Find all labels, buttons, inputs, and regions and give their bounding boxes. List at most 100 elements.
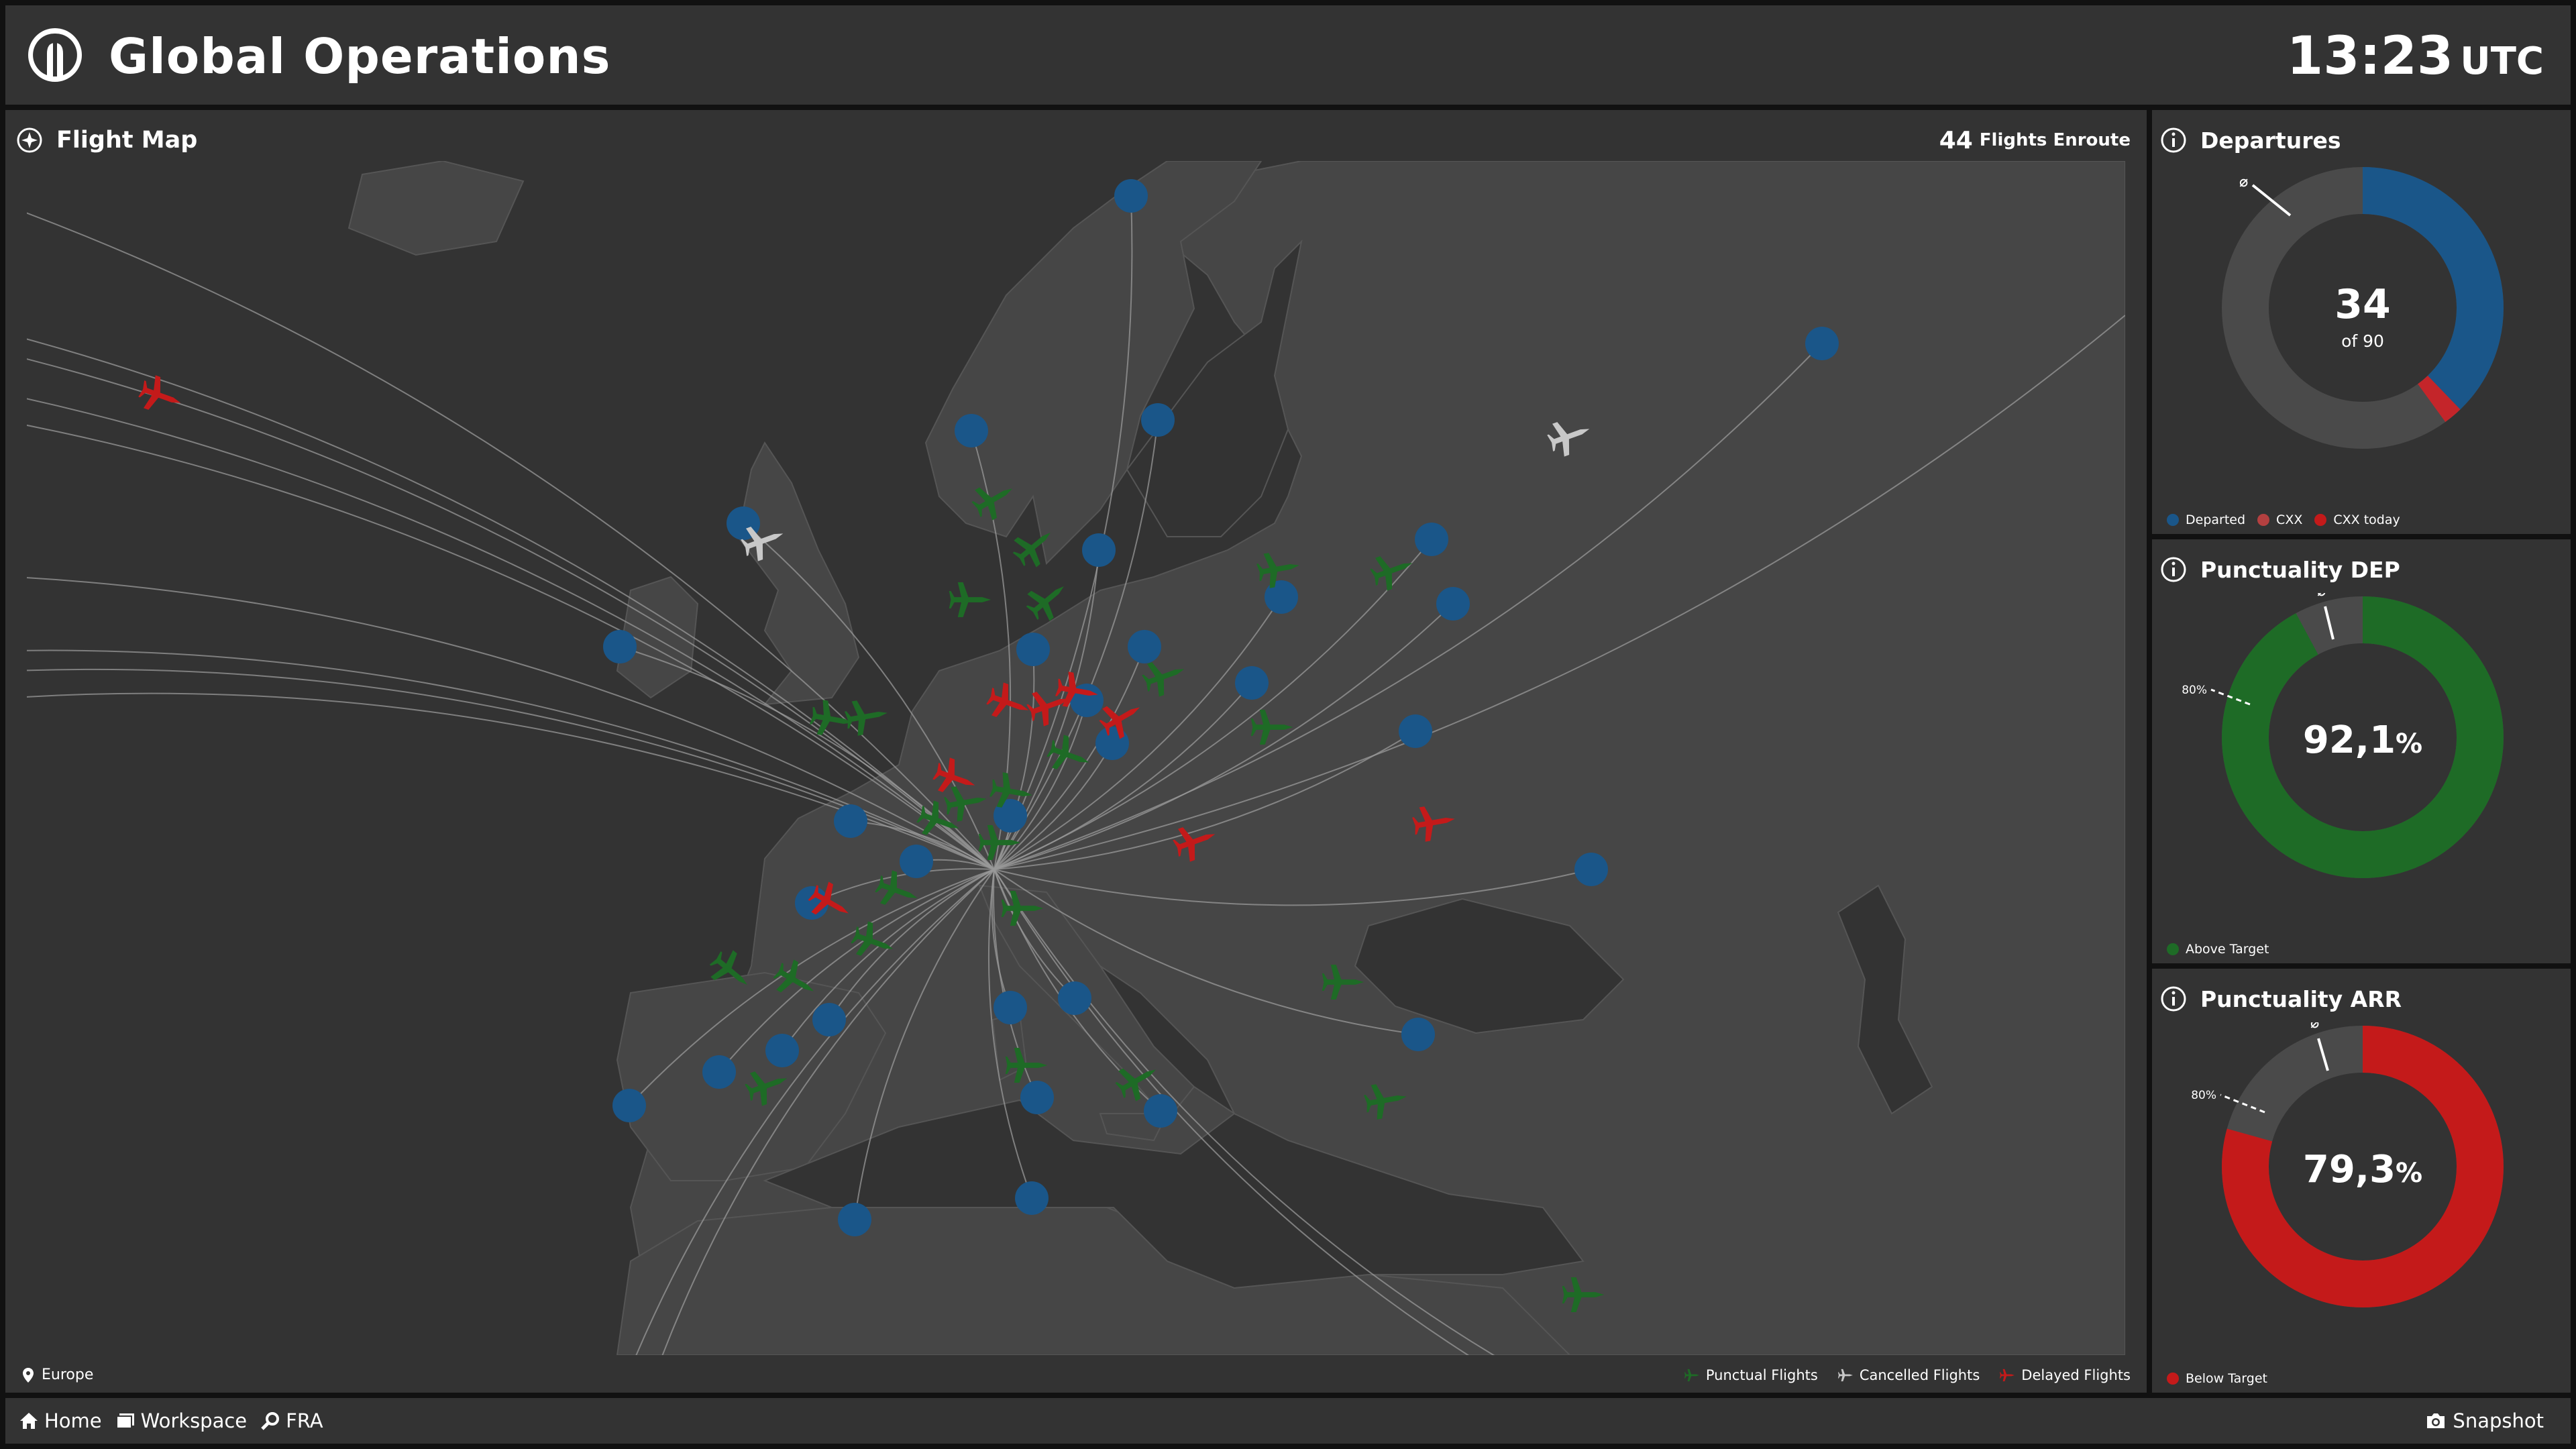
camera-icon: [2427, 1413, 2445, 1428]
europe-map[interactable]: [27, 161, 2125, 1355]
enroute-count: 44: [1939, 126, 1973, 154]
airport-marker[interactable]: [834, 804, 867, 838]
legend-cxx-today-label: CXX today: [2333, 513, 2400, 527]
airline-logo-icon: [28, 28, 82, 82]
info-icon[interactable]: [2160, 556, 2187, 583]
flights-enroute-counter: 44 Flights Enroute: [1939, 119, 2131, 161]
legend-cxx-label: CXX: [2276, 513, 2303, 527]
punctuality-dep-donut-chart: ⌀ 80% 92,1%: [2182, 593, 2504, 878]
info-icon[interactable]: [2160, 985, 2187, 1012]
legend-delayed: Delayed Flights: [2000, 1367, 2131, 1383]
airport-marker[interactable]: [1016, 633, 1050, 666]
target-label: 80%: [2191, 1089, 2216, 1102]
departures-title: Departures: [2200, 127, 2341, 154]
map-legend: Punctual Flights Cancelled Flights Delay…: [1684, 1367, 2131, 1383]
legend-above-target: Above Target: [2167, 942, 2269, 957]
airport-marker[interactable]: [1095, 727, 1129, 760]
departures-donut-chart: ⌀ 34 of 90: [2222, 167, 2504, 449]
airport-marker[interactable]: [603, 630, 637, 663]
flight-map-header: Flight Map: [16, 119, 197, 161]
flight-map-title: Flight Map: [56, 127, 198, 154]
punctuality-arr-header: Punctuality ARR: [2160, 978, 2402, 1020]
legend-above-target-label: Above Target: [2186, 942, 2269, 957]
snapshot-label: Snapshot: [2453, 1409, 2544, 1432]
airport-marker[interactable]: [1235, 666, 1269, 700]
punctuality-dep-panel: Punctuality DEP ⌀ 80% 92,1% Above Target: [2152, 539, 2571, 963]
punctuality-arr-donut-chart: ⌀ 80% 79,3%: [2191, 1022, 2504, 1307]
airport-marker[interactable]: [1015, 1181, 1049, 1215]
cxx-today-dot: [2314, 514, 2327, 526]
location-pin-icon: [23, 1367, 34, 1383]
airport-marker[interactable]: [1574, 853, 1608, 886]
legend-below-target: Below Target: [2167, 1371, 2267, 1386]
utc-clock: 13:23 UTC: [2287, 28, 2544, 99]
airport-marker[interactable]: [1058, 981, 1091, 1015]
airport-marker[interactable]: [612, 1089, 646, 1122]
legend-departed-label: Departed: [2186, 513, 2246, 527]
departures-sub: of 90: [2341, 331, 2384, 351]
airport-marker[interactable]: [900, 845, 933, 878]
airport-marker[interactable]: [1401, 1018, 1435, 1051]
nav-home[interactable]: Home: [19, 1409, 102, 1432]
airport-marker[interactable]: [838, 1203, 871, 1236]
cxx-dot: [2257, 514, 2270, 526]
nav-workspace[interactable]: Workspace: [115, 1409, 248, 1432]
nav-airport-label: FRA: [286, 1409, 323, 1432]
airport-marker[interactable]: [1020, 1081, 1054, 1114]
punctuality-arr-legend: Below Target: [2167, 1371, 2267, 1386]
nav-home-label: Home: [44, 1409, 102, 1432]
airport-marker[interactable]: [702, 1055, 736, 1089]
workspace-icon: [115, 1413, 134, 1429]
search-icon: [261, 1412, 280, 1430]
punctuality-dep-legend: Above Target: [2167, 942, 2269, 957]
airport-marker[interactable]: [1114, 179, 1148, 213]
airport-marker[interactable]: [1128, 630, 1161, 663]
legend-cancelled-label: Cancelled Flights: [1859, 1367, 1980, 1383]
airport-marker[interactable]: [955, 414, 988, 447]
departures-header: Departures: [2160, 119, 2341, 161]
nav-airport-search[interactable]: FRA: [260, 1409, 323, 1432]
departures-panel: Departures ⌀ 34 of 90 Departed CXX CXX t…: [2152, 110, 2571, 534]
map-region-indicator[interactable]: Europe: [23, 1366, 93, 1383]
average-symbol: ⌀: [2310, 1022, 2319, 1032]
above-target-dot: [2167, 943, 2179, 955]
airport-marker[interactable]: [1141, 403, 1175, 437]
airport-marker[interactable]: [765, 1034, 799, 1067]
punctuality-arr-unit: %: [2396, 1158, 2422, 1189]
punctuality-arr-readout: 79,3%: [2303, 1148, 2422, 1191]
airport-marker[interactable]: [1082, 533, 1116, 567]
clock-timezone: UTC: [2460, 40, 2544, 83]
snapshot-button[interactable]: Snapshot: [2426, 1398, 2544, 1444]
average-symbol: ⌀: [2317, 593, 2326, 600]
airport-marker[interactable]: [1436, 587, 1470, 621]
legend-cancelled: Cancelled Flights: [1837, 1367, 1980, 1383]
info-icon[interactable]: [2160, 127, 2187, 154]
departures-legend: Departed CXX CXX today: [2167, 513, 2400, 527]
punctuality-dep-readout: 92,1%: [2303, 718, 2422, 762]
punctuality-dep-unit: %: [2396, 729, 2422, 759]
target-label: 80%: [2182, 684, 2207, 697]
airport-marker[interactable]: [1265, 580, 1298, 614]
airport-marker[interactable]: [812, 1003, 846, 1036]
punctuality-dep-value: 92,1: [2303, 718, 2396, 762]
legend-punctual-label: Punctual Flights: [1705, 1367, 1818, 1383]
legend-delayed-label: Delayed Flights: [2021, 1367, 2131, 1383]
punctuality-arr-value: 79,3: [2303, 1148, 2396, 1191]
legend-departed: Departed: [2167, 513, 2245, 527]
legend-punctual: Punctual Flights: [1684, 1367, 1818, 1383]
cancelled-plane-icon: [1837, 1368, 1853, 1382]
departed-dot: [2167, 514, 2179, 526]
header-bar: Global Operations 13:23 UTC: [5, 5, 2571, 105]
punctuality-dep-title: Punctuality DEP: [2200, 556, 2400, 583]
clock-time: 13:23: [2286, 26, 2454, 87]
home-icon: [20, 1413, 38, 1429]
airport-marker[interactable]: [1144, 1094, 1177, 1128]
airport-marker[interactable]: [1805, 327, 1839, 360]
footer-bar: Home Workspace FRA Snapshot: [5, 1398, 2571, 1444]
compass-icon[interactable]: [16, 127, 43, 154]
airport-marker[interactable]: [994, 991, 1027, 1024]
nav-workspace-label: Workspace: [140, 1409, 248, 1432]
airport-marker[interactable]: [1399, 714, 1432, 748]
departures-value: 34: [2334, 281, 2391, 328]
airport-marker[interactable]: [1415, 523, 1448, 556]
